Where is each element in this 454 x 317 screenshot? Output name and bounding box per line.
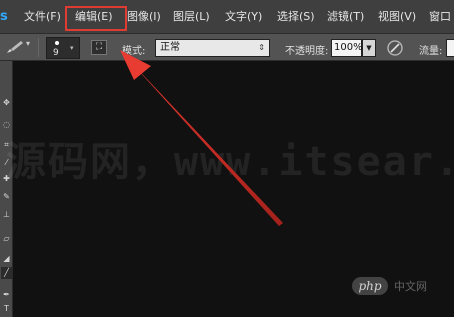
- annotation-arrow: [120, 50, 283, 226]
